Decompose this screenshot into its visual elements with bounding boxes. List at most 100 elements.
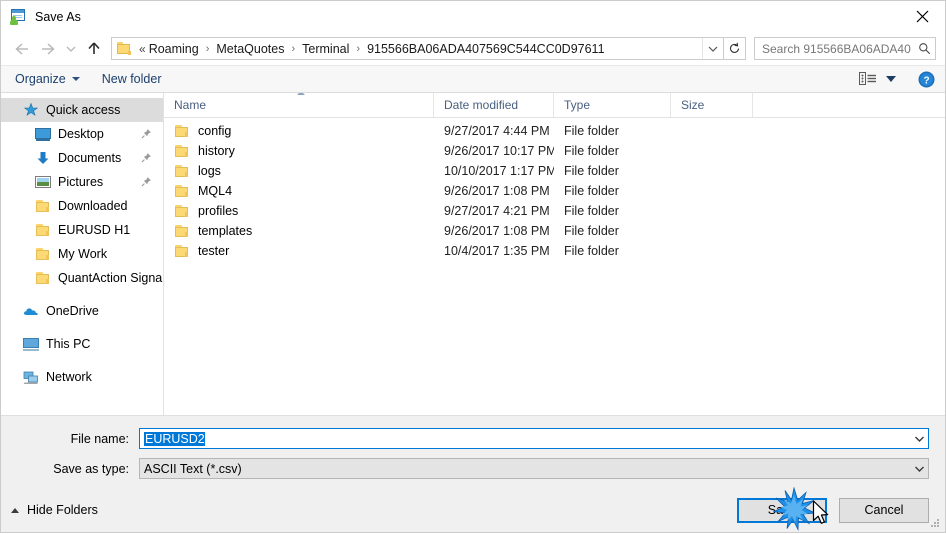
breadcrumb-item-terminal[interactable]: Terminal — [300, 42, 351, 56]
column-header-size[interactable]: Size — [671, 93, 753, 117]
organize-button[interactable]: Organize — [15, 72, 80, 86]
hide-folders-button[interactable]: Hide Folders — [11, 503, 98, 517]
dialog-footer: Hide Folders Save Cancel — [1, 488, 945, 532]
table-row[interactable]: templates 9/26/2017 1:08 PM File folder — [164, 221, 945, 241]
file-name: templates — [198, 224, 253, 238]
sort-ascending-icon — [297, 93, 305, 95]
recent-locations-chevron-down-icon[interactable] — [61, 36, 81, 62]
sidebar-label: Downloaded — [58, 199, 128, 213]
pin-icon[interactable] — [141, 176, 152, 187]
file-name: history — [198, 144, 235, 158]
chevron-up-icon — [11, 507, 19, 513]
search-box[interactable] — [754, 37, 936, 60]
cell-name: templates — [164, 223, 434, 239]
table-row[interactable]: profiles 9/27/2017 4:21 PM File folder — [164, 201, 945, 221]
sidebar-label: Pictures — [58, 175, 104, 189]
table-row[interactable]: history 9/26/2017 10:17 PM File folder — [164, 141, 945, 161]
view-chevron-down-icon[interactable] — [886, 76, 896, 82]
file-name-input[interactable]: EURUSD2 — [139, 428, 929, 449]
breadcrumb-overflow[interactable]: « — [138, 42, 147, 56]
up-icon[interactable] — [81, 36, 107, 62]
save-button[interactable]: Save — [737, 497, 827, 523]
pin-icon[interactable] — [141, 128, 152, 139]
close-icon[interactable] — [899, 1, 945, 32]
refresh-icon[interactable] — [724, 37, 746, 60]
resize-grip-icon[interactable] — [929, 517, 941, 529]
sidebar-item-downloaded[interactable]: Downloaded — [1, 194, 163, 218]
save-label: Save — [767, 503, 797, 517]
navigation-bar: « Roaming › MetaQuotes › Terminal › 9155… — [1, 32, 945, 65]
column-label: Name — [174, 98, 207, 112]
table-row[interactable]: config 9/27/2017 4:44 PM File folder — [164, 121, 945, 141]
column-label: Size — [681, 98, 705, 112]
table-row[interactable]: MQL4 9/26/2017 1:08 PM File folder — [164, 181, 945, 201]
sidebar-item-onedrive[interactable]: OneDrive — [1, 299, 163, 323]
cell-name: logs — [164, 163, 434, 179]
cell-date-modified: 9/26/2017 10:17 PM — [444, 144, 554, 158]
chevron-down-icon — [71, 77, 80, 81]
save-as-type-row: Save as type: ASCII Text (*.csv) — [17, 458, 929, 479]
folder-icon — [174, 223, 190, 239]
breadcrumb-separator: › — [291, 42, 296, 55]
onedrive-cloud-icon — [23, 303, 39, 319]
cell-name: history — [164, 143, 434, 159]
file-name: profiles — [198, 204, 239, 218]
back-icon[interactable] — [9, 36, 35, 62]
file-name-chevron-down-icon[interactable] — [911, 435, 928, 443]
cancel-button[interactable]: Cancel — [839, 497, 929, 523]
search-input[interactable] — [755, 41, 913, 56]
folder-icon — [174, 243, 190, 259]
window-title: Save As — [35, 9, 81, 24]
command-toolbar: Organize New folder ? — [1, 65, 945, 93]
folder-icon — [174, 143, 190, 159]
help-circle-icon[interactable]: ? — [918, 71, 935, 88]
folder-icon — [174, 163, 190, 179]
sidebar-item-my-work[interactable]: My Work — [1, 242, 163, 266]
sidebar-item-pictures[interactable]: Pictures — [1, 170, 163, 194]
address-chevron-down-icon[interactable] — [702, 38, 723, 59]
breadcrumb-item-terminal-id[interactable]: 915566BA06ADA407569C544CC0D97611 — [365, 42, 606, 56]
view-layout-icon[interactable] — [859, 71, 896, 87]
sidebar-item-this-pc[interactable]: This PC — [1, 332, 163, 356]
column-headers: Name Date modified Type Size — [164, 93, 945, 118]
sidebar-item-desktop[interactable]: Desktop — [1, 122, 163, 146]
sidebar-item-documents[interactable]: Documents — [1, 146, 163, 170]
sidebar-item-quick-access[interactable]: Quick access — [1, 98, 163, 122]
forward-icon[interactable] — [35, 36, 61, 62]
cell-name: config — [164, 123, 434, 139]
cell-date-modified: 9/27/2017 4:44 PM — [444, 124, 550, 138]
table-row[interactable]: logs 10/10/2017 1:17 PM File folder — [164, 161, 945, 181]
pin-icon[interactable] — [141, 152, 152, 163]
download-arrow-icon — [35, 150, 51, 166]
sidebar-item-network[interactable]: Network — [1, 365, 163, 389]
cell-date-modified: 10/10/2017 1:17 PM — [444, 164, 554, 178]
dialog-content: Quick access Desktop Documents Pictures … — [1, 93, 945, 415]
column-header-name[interactable]: Name — [164, 93, 434, 117]
breadcrumb-item-metaquotes[interactable]: MetaQuotes — [214, 42, 286, 56]
breadcrumb-separator: › — [356, 42, 361, 55]
new-folder-button[interactable]: New folder — [102, 72, 162, 86]
sidebar-item-eurusd-h1[interactable]: EURUSD H1 — [1, 218, 163, 242]
search-icon — [913, 42, 935, 55]
address-bar[interactable]: « Roaming › MetaQuotes › Terminal › 9155… — [111, 37, 724, 60]
save-as-window-icon — [10, 8, 26, 25]
breadcrumb-item-roaming[interactable]: Roaming — [147, 42, 201, 56]
column-header-date-modified[interactable]: Date modified — [434, 93, 554, 117]
sidebar-item-quantaction-signal[interactable]: QuantAction Signal — [1, 266, 163, 290]
sidebar-label: EURUSD H1 — [58, 223, 131, 237]
cell-type: File folder — [564, 204, 619, 218]
column-header-type[interactable]: Type — [554, 93, 671, 117]
organize-label: Organize — [15, 72, 66, 86]
save-as-type-select[interactable]: ASCII Text (*.csv) — [139, 458, 929, 479]
table-row[interactable]: tester 10/4/2017 1:35 PM File folder — [164, 241, 945, 261]
sidebar-label: Quick access — [46, 103, 121, 117]
save-as-type-chevron-down-icon[interactable] — [911, 465, 928, 473]
cell-name: profiles — [164, 203, 434, 219]
hide-folders-label: Hide Folders — [27, 503, 98, 517]
file-list-pane: Name Date modified Type Size config 9/27… — [164, 93, 945, 415]
cell-type: File folder — [564, 164, 619, 178]
folder-icon — [35, 270, 51, 286]
cell-name: tester — [164, 243, 434, 259]
cell-date-modified: 9/26/2017 1:08 PM — [444, 184, 550, 198]
network-icon — [23, 369, 39, 385]
